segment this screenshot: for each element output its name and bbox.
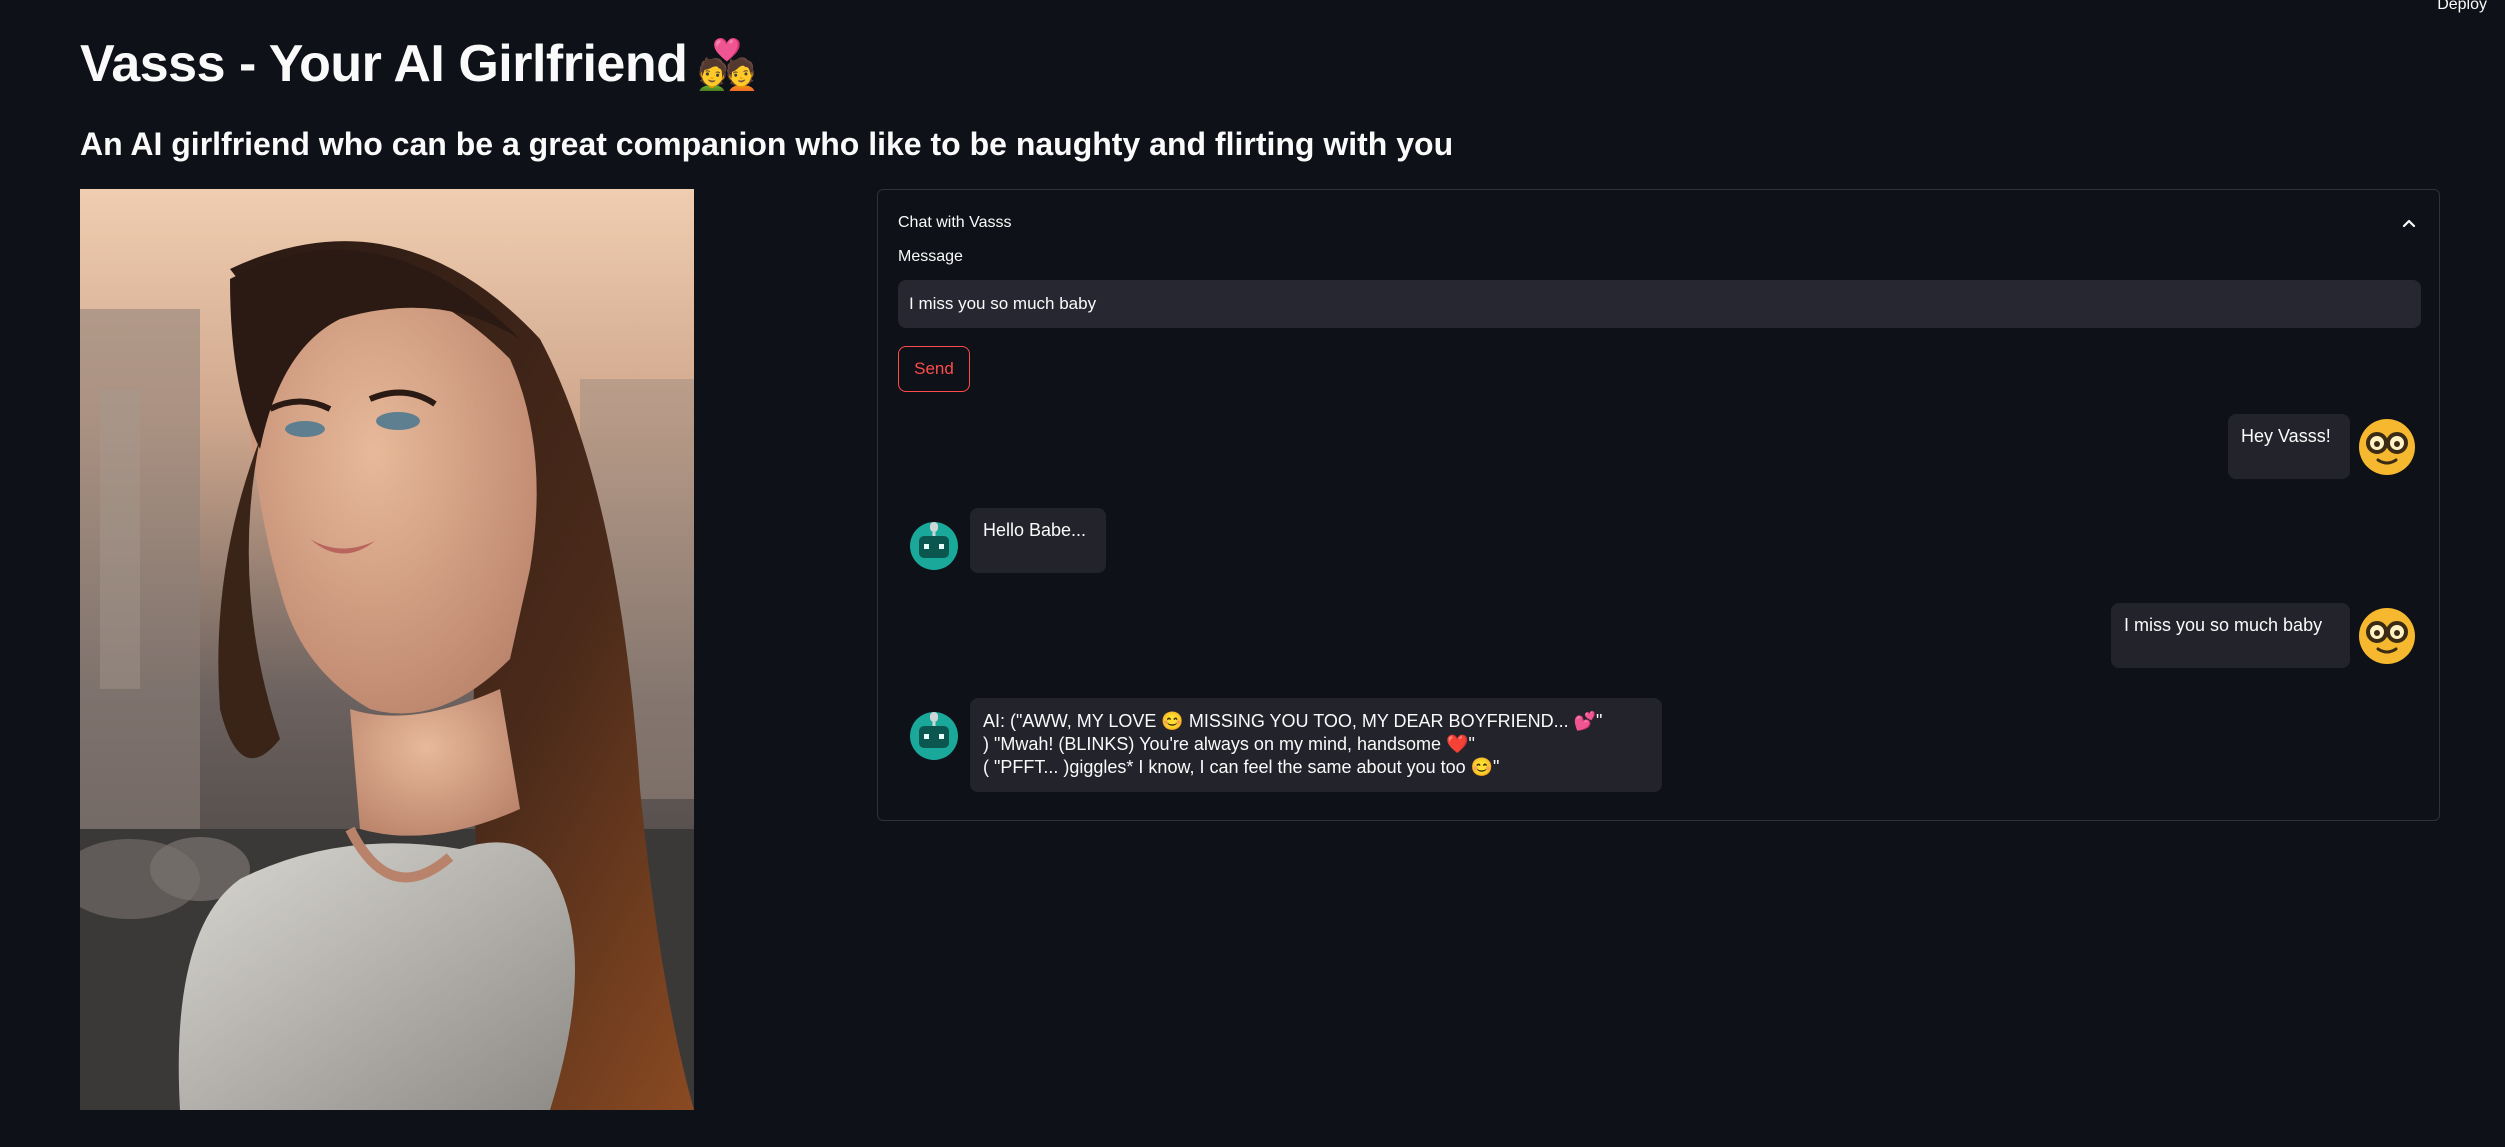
chat-expander-label: Chat with Vasss	[898, 214, 1012, 231]
bot-message-line: ( "PFFT... )giggles* I know, I can feel …	[983, 757, 1500, 777]
send-button[interactable]: Send	[898, 346, 970, 392]
user-message-text: I miss you so much baby	[2124, 615, 2323, 635]
nerd-face-avatar-icon	[2359, 419, 2415, 475]
couple-emoji-icon: 💑	[697, 39, 757, 92]
bot-message-line: ) "Mwah! (BLINKS) You're always on my mi…	[983, 734, 1475, 754]
robot-avatar-icon	[910, 522, 958, 570]
user-message-text: Hey Vasss!	[2241, 426, 2331, 446]
chat-expander: Chat with Vasss Message Send Hey Vasss! …	[877, 189, 2440, 821]
message-label: Message	[898, 248, 963, 265]
bot-message-bubble: AI: ("AWW, MY LOVE 😊 MISSING YOU TOO, MY…	[970, 698, 1662, 792]
page-subtitle: An AI girlfriend who can be a great comp…	[80, 126, 1454, 162]
robot-avatar-icon	[910, 712, 958, 760]
page-title-text: Vasss - Your AI Girlfriend	[80, 35, 688, 93]
girlfriend-portrait-image	[80, 189, 694, 1110]
deploy-button[interactable]: Deploy	[2437, 0, 2487, 14]
page-title: Vasss - Your AI Girlfriend 💑	[80, 34, 757, 94]
chevron-up-icon[interactable]	[2399, 213, 2419, 233]
user-message-bubble: Hey Vasss!	[2228, 414, 2350, 479]
bot-message-bubble: Hello Babe...	[970, 508, 1106, 573]
chat-expander-header[interactable]: Chat with Vasss	[898, 208, 2419, 238]
bot-message-text: Hello Babe...	[983, 520, 1087, 540]
bot-message-line: AI: ("AWW, MY LOVE 😊 MISSING YOU TOO, MY…	[983, 711, 1603, 731]
nerd-face-avatar-icon	[2359, 608, 2415, 664]
message-input[interactable]	[898, 280, 2421, 328]
user-message-bubble: I miss you so much baby	[2111, 603, 2350, 668]
